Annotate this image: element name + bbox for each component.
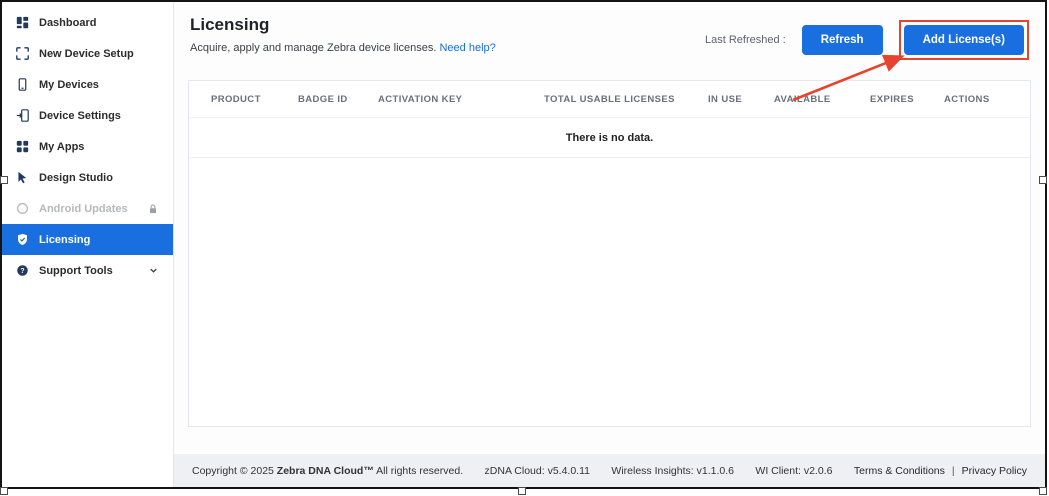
- sidebar-item-label: My Devices: [39, 79, 99, 91]
- design-studio-icon: [16, 171, 29, 184]
- table-header-row: PRODUCT BADGE ID ACTIVATION KEY TOTAL US…: [189, 81, 1030, 118]
- device-settings-icon: [16, 109, 29, 122]
- copyright-prefix: Copyright © 2025: [192, 465, 277, 477]
- column-header-badge-id: BADGE ID: [298, 94, 378, 105]
- footer-links-separator: |: [952, 465, 955, 477]
- resize-handle-bottom-left[interactable]: [0, 487, 8, 495]
- sidebar-item-label: Support Tools: [39, 265, 113, 277]
- column-header-expires: EXPIRES: [870, 94, 944, 105]
- empty-table-message: There is no data.: [189, 118, 1030, 158]
- red-annotation-box: Add License(s): [899, 20, 1029, 60]
- sidebar-item-licensing[interactable]: Licensing: [2, 224, 173, 255]
- page-subtitle-text: Acquire, apply and manage Zebra device l…: [190, 42, 436, 54]
- sidebar-item-label: My Apps: [39, 141, 84, 153]
- resize-handle-bottom-right[interactable]: [1039, 487, 1047, 495]
- column-header-product: PRODUCT: [211, 94, 298, 105]
- sidebar-item-my-apps[interactable]: My Apps: [2, 131, 173, 162]
- sidebar-item-dashboard[interactable]: Dashboard: [2, 7, 173, 38]
- column-header-available: AVAILABLE: [774, 94, 870, 105]
- my-devices-icon: [16, 78, 29, 91]
- copyright-suffix: All rights reserved.: [374, 465, 463, 477]
- licenses-table: PRODUCT BADGE ID ACTIVATION KEY TOTAL US…: [188, 80, 1031, 427]
- sidebar-item-support-tools[interactable]: ? Support Tools: [2, 255, 173, 286]
- chevron-down-icon: [148, 265, 159, 276]
- zdna-version: zDNA Cloud: v5.4.0.11: [485, 465, 590, 477]
- sidebar-item-new-device-setup[interactable]: New Device Setup: [2, 38, 173, 69]
- page-title: Licensing: [190, 15, 496, 35]
- resize-handle-right[interactable]: [1039, 176, 1047, 184]
- last-refreshed-label: Last Refreshed :: [705, 34, 786, 46]
- column-header-in-use: IN USE: [708, 94, 774, 105]
- sidebar-item-my-devices[interactable]: My Devices: [2, 69, 173, 100]
- wi-client-version: WI Client: v2.0.6: [755, 465, 832, 477]
- resize-handle-left[interactable]: [0, 176, 8, 184]
- sidebar-item-design-studio[interactable]: Design Studio: [2, 162, 173, 193]
- sidebar-item-android-updates[interactable]: Android Updates: [2, 193, 173, 224]
- footer-links: Terms & Conditions | Privacy Policy: [854, 465, 1027, 477]
- lock-icon: [147, 203, 159, 215]
- new-device-setup-icon: [16, 47, 29, 60]
- licensing-icon: [16, 233, 29, 246]
- android-updates-icon: [16, 202, 29, 215]
- sidebar-item-label: Design Studio: [39, 172, 113, 184]
- footer: Copyright © 2025 Zebra DNA Cloud™ All ri…: [174, 454, 1045, 487]
- page-subtitle: Acquire, apply and manage Zebra device l…: [190, 42, 496, 54]
- copyright-brand: Zebra DNA Cloud™: [277, 465, 374, 477]
- column-header-total-usable-licenses: TOTAL USABLE LICENSES: [544, 94, 708, 105]
- wireless-insights-version: Wireless Insights: v1.1.0.6: [611, 465, 734, 477]
- sidebar-item-label: Device Settings: [39, 110, 121, 122]
- column-header-activation-key: ACTIVATION KEY: [378, 94, 544, 105]
- sidebar-item-label: New Device Setup: [39, 48, 134, 60]
- terms-link[interactable]: Terms & Conditions: [854, 465, 945, 477]
- support-tools-icon: ?: [16, 264, 29, 277]
- copyright-text: Copyright © 2025 Zebra DNA Cloud™ All ri…: [192, 465, 463, 477]
- column-header-actions: ACTIONS: [944, 94, 1008, 105]
- sidebar-item-label: Licensing: [39, 234, 90, 246]
- dashboard-icon: [16, 16, 29, 29]
- privacy-link[interactable]: Privacy Policy: [962, 465, 1027, 477]
- resize-handle-bottom-center[interactable]: [518, 487, 526, 495]
- main-content: Licensing Acquire, apply and manage Zebr…: [174, 2, 1045, 487]
- page-header: Licensing Acquire, apply and manage Zebr…: [174, 2, 1045, 60]
- add-license-button[interactable]: Add License(s): [904, 25, 1024, 55]
- need-help-link[interactable]: Need help?: [439, 42, 495, 54]
- sidebar-item-device-settings[interactable]: Device Settings: [2, 100, 173, 131]
- sidebar-item-label: Android Updates: [39, 203, 128, 215]
- sidebar: Dashboard New Device Setup My Devices De…: [2, 2, 174, 487]
- my-apps-icon: [16, 140, 29, 153]
- screenshot-frame: Dashboard New Device Setup My Devices De…: [0, 0, 1047, 489]
- svg-text:?: ?: [20, 268, 24, 275]
- sidebar-item-label: Dashboard: [39, 17, 96, 29]
- zebra-dna-cloud-app: Dashboard New Device Setup My Devices De…: [2, 2, 1045, 487]
- refresh-button[interactable]: Refresh: [802, 25, 883, 55]
- header-actions: Last Refreshed : Refresh Add License(s): [705, 20, 1029, 60]
